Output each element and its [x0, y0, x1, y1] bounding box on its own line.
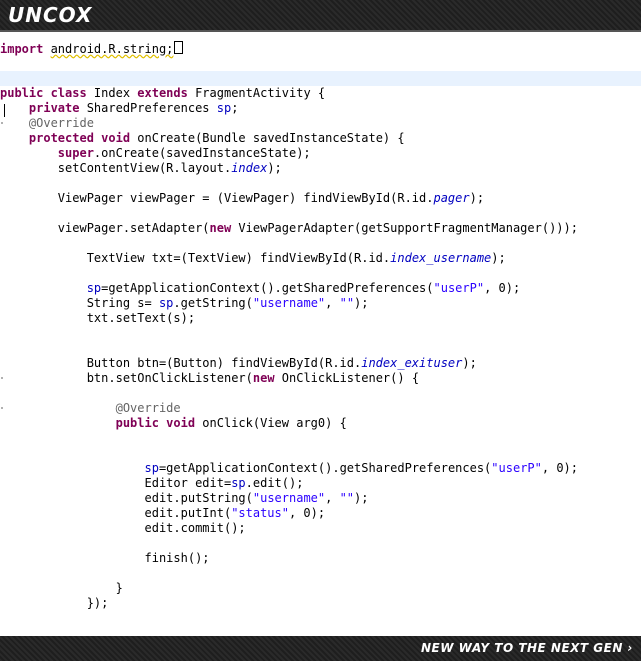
- code-line-textview: TextView txt=(TextView) findViewById(R.i…: [0, 251, 506, 265]
- code-line-setcontentview: setContentView(R.layout.index);: [0, 161, 282, 175]
- code-line-button: Button btn=(Button) findViewById(R.id.in…: [0, 356, 477, 370]
- code-line-super: super.onCreate(savedInstanceState);: [0, 146, 311, 160]
- slogan-link[interactable]: NEW WAY TO THE NEXT GEN ›: [421, 641, 633, 655]
- code-line-getprefs: sp=getApplicationContext().getSharedPref…: [144, 461, 579, 475]
- code-line-class: public class Index extends FragmentActiv…: [0, 86, 326, 100]
- code-line-commit: edit.commit();: [0, 521, 246, 535]
- code-line-finish: finish();: [0, 551, 210, 565]
- bottom-banner: NEW WAY TO THE NEXT GEN ›: [0, 636, 641, 661]
- code-line-onclick: public void onClick(View arg0) {: [0, 416, 347, 430]
- code-line-putstring: edit.putString("username", "");: [0, 491, 369, 505]
- code-line-current[interactable]: [0, 71, 641, 86]
- code-line-putint: edit.putInt("status", 0);: [0, 506, 326, 520]
- code-line-import: import android.R.string;: [0, 41, 641, 56]
- code-line-editor: Editor edit=sp.edit();: [0, 476, 304, 490]
- code-line-settext: txt.setText(s);: [0, 311, 196, 325]
- code-line-override: @Override: [0, 116, 94, 130]
- folded-import-icon[interactable]: [174, 41, 184, 54]
- top-banner: UNCOX: [0, 0, 641, 30]
- code-line-getprefs: sp=getApplicationContext().getSharedPref…: [86, 281, 521, 295]
- code-line-oncreate: protected void onCreate(Bundle savedInst…: [0, 131, 405, 145]
- code-line-listener: btn.setOnClickListener(new OnClickListen…: [0, 371, 420, 385]
- code-line-getstring: String s= sp.getString("username", "");: [0, 296, 369, 310]
- code-line-field: private SharedPreferences sp;: [0, 101, 239, 115]
- site-logo[interactable]: UNCOX: [8, 3, 92, 27]
- code-line-override: @Override: [0, 401, 181, 415]
- code-editor[interactable]: import android.R.string; public class In…: [0, 30, 641, 636]
- code-line-viewpager: ViewPager viewPager = (ViewPager) findVi…: [0, 191, 485, 205]
- code-line-close-brace: }: [0, 581, 123, 595]
- code-line-close-listener: });: [0, 596, 109, 610]
- code-line-setadapter: viewPager.setAdapter(new ViewPagerAdapte…: [0, 221, 578, 235]
